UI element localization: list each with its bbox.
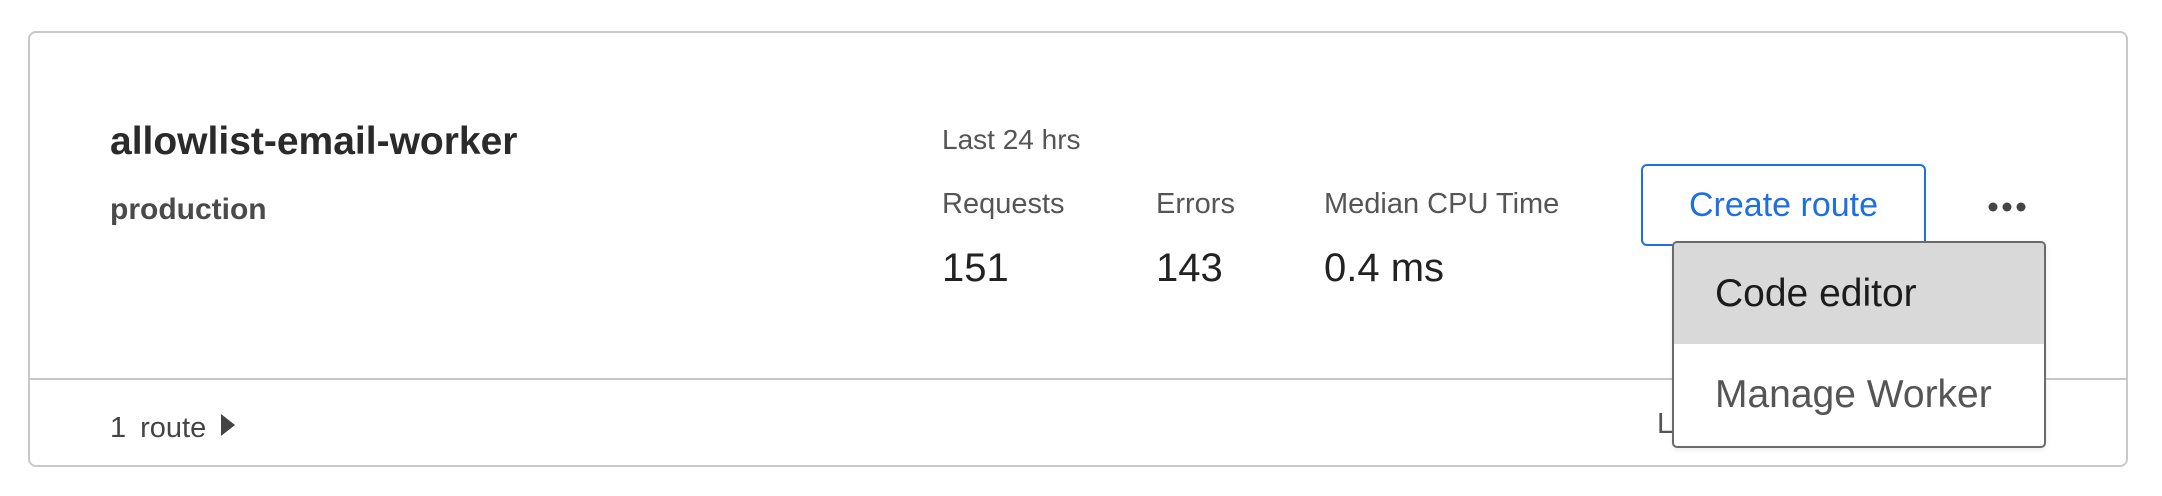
- create-route-button[interactable]: Create route: [1641, 164, 1926, 246]
- routes-toggle[interactable]: 1 route: [110, 408, 236, 448]
- errors-value: 143: [1156, 246, 1223, 290]
- menu-item-manage-worker[interactable]: Manage Worker: [1674, 344, 2044, 445]
- errors-label: Errors: [1156, 188, 1235, 220]
- worker-actions-menu: Code editor Manage Worker: [1672, 241, 2046, 448]
- more-horizontal-icon: [1988, 202, 2026, 212]
- cpu-time-value: 0.4 ms: [1324, 246, 1445, 290]
- route-count: 1: [110, 411, 127, 444]
- route-label: route: [140, 411, 207, 444]
- worker-name[interactable]: allowlist-email-worker: [110, 120, 517, 164]
- requests-value: 151: [942, 246, 1009, 290]
- more-actions-button[interactable]: [1980, 185, 2034, 229]
- menu-item-code-editor[interactable]: Code editor: [1674, 243, 2044, 344]
- cpu-time-label: Median CPU Time: [1324, 188, 1560, 220]
- environment-label: production: [110, 193, 267, 226]
- metrics-period: Last 24 hrs: [942, 124, 1081, 155]
- caret-right-icon: [220, 412, 236, 445]
- requests-label: Requests: [942, 188, 1065, 220]
- footer-partial-text: L: [1657, 408, 1674, 440]
